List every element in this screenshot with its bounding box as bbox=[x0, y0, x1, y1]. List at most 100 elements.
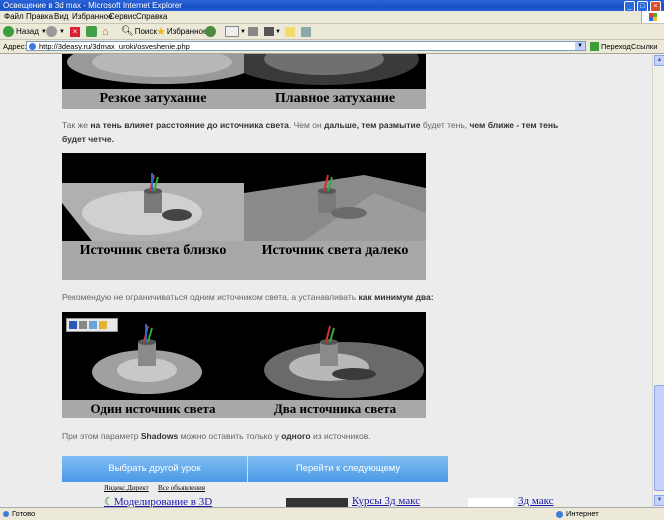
status-text: Готово bbox=[12, 509, 36, 518]
text-bold: на тень влияет расстояние до источника с… bbox=[90, 120, 289, 130]
yandex-direct-link[interactable]: Яндекс.Директ bbox=[104, 484, 149, 492]
page-icon bbox=[29, 43, 36, 50]
paragraph-shadows-param: При этом параметр Shadows можно оставить… bbox=[62, 429, 582, 443]
menu-help[interactable]: Справка bbox=[136, 11, 167, 23]
text: из источников. bbox=[310, 431, 371, 441]
paragraph-shadow-distance: Так же на тень влияет расстояние до исто… bbox=[62, 118, 582, 146]
lesson-nav: Выбрать другой урок Перейти к следующему bbox=[62, 456, 448, 482]
save-icon[interactable] bbox=[69, 321, 77, 329]
search-icon: 🔍︎ bbox=[121, 26, 134, 37]
menu-edit[interactable]: Правка bbox=[26, 11, 53, 23]
ad-link-courses[interactable]: Курсы 3д макс bbox=[352, 495, 420, 507]
stop-button[interactable]: × bbox=[70, 26, 80, 37]
page-icon bbox=[3, 511, 9, 517]
text-bold: дальше, тем размытие bbox=[324, 120, 421, 130]
choose-lesson-button[interactable]: Выбрать другой урок bbox=[62, 456, 247, 482]
scroll-thumb[interactable] bbox=[654, 385, 664, 491]
home-icon: ⌂ bbox=[102, 25, 109, 38]
chevron-down-icon: ▼ bbox=[275, 28, 281, 35]
back-label: Назад bbox=[16, 27, 39, 36]
print-button[interactable] bbox=[248, 26, 258, 37]
go-label: Переход bbox=[601, 42, 631, 51]
window-title: Освещение в 3d max - Microsoft Internet … bbox=[3, 1, 182, 10]
text: Так же bbox=[62, 120, 91, 130]
text: . Чем он bbox=[288, 120, 325, 130]
menu-file[interactable]: Файл bbox=[4, 11, 24, 23]
history-icon bbox=[205, 26, 216, 37]
mail-icon bbox=[225, 26, 239, 37]
ad-link-modeling[interactable]: ☾Моделирование в 3D bbox=[104, 495, 212, 507]
scroll-down-icon[interactable]: ▼ bbox=[654, 495, 664, 506]
text-bold: одного bbox=[281, 431, 311, 441]
menu-tools[interactable]: Сервис bbox=[109, 11, 136, 23]
image-sharp-falloff: Резкое затухание bbox=[62, 54, 244, 109]
discuss-button[interactable] bbox=[285, 26, 295, 37]
url-input[interactable]: http://3deasy.ru/3dmax_uroki/osveshenie.… bbox=[26, 41, 586, 51]
refresh-button[interactable] bbox=[86, 26, 97, 37]
messenger-icon bbox=[301, 26, 311, 37]
menu-favorites[interactable]: Избранное bbox=[72, 11, 113, 23]
all-ads-link[interactable]: Все объявления bbox=[158, 484, 205, 492]
menu-view[interactable]: Вид bbox=[54, 11, 68, 23]
vertical-scrollbar[interactable]: ▲ ▼ bbox=[652, 54, 664, 507]
star-icon: ★ bbox=[156, 26, 166, 38]
home-button[interactable]: ⌂ bbox=[102, 25, 109, 38]
address-label: Адрес: bbox=[3, 42, 27, 51]
stop-icon: × bbox=[70, 26, 80, 37]
ad-label: Моделирование в 3D bbox=[113, 496, 213, 507]
image-two-lights: Два источника света bbox=[244, 312, 426, 418]
toolbar: Назад ▼ ▼ × ⌂ 🔍︎ Поиск ★ Избранное ▼ ▼ bbox=[0, 24, 664, 40]
address-bar: Адрес: http://3deasy.ru/3dmax_uroki/osve… bbox=[0, 40, 664, 54]
ad-image[interactable] bbox=[468, 498, 514, 507]
forward-button[interactable]: ▼ bbox=[46, 26, 65, 37]
text: При этом параметр bbox=[62, 431, 141, 441]
caption-sharp-falloff: Резкое затухание bbox=[62, 89, 244, 109]
image-light-close: Источник света близко bbox=[62, 153, 244, 280]
text: Рекомендую не ограничиваться одним источ… bbox=[62, 292, 359, 302]
history-button[interactable] bbox=[205, 26, 216, 37]
caption-two-lights: Два источника света bbox=[244, 400, 426, 418]
image-smooth-falloff: Плавное затухание bbox=[244, 54, 426, 109]
mail-button[interactable]: ▼ bbox=[225, 26, 246, 37]
search-label: Поиск bbox=[134, 27, 157, 36]
folder-icon[interactable] bbox=[99, 321, 107, 329]
image-one-light: Один источник света bbox=[62, 312, 244, 418]
url-text: http://3deasy.ru/3dmax_uroki/osveshenie.… bbox=[39, 42, 190, 51]
ad-link-3dmax[interactable]: 3д макс bbox=[518, 495, 554, 507]
next-lesson-button[interactable]: Перейти к следующему bbox=[248, 456, 448, 482]
ad-icon: ☾ bbox=[104, 496, 114, 507]
ad-image[interactable] bbox=[286, 498, 348, 507]
mail-icon[interactable] bbox=[89, 321, 97, 329]
messenger-button[interactable] bbox=[301, 26, 311, 37]
print-icon[interactable] bbox=[79, 321, 87, 329]
search-button[interactable]: 🔍︎ Поиск bbox=[121, 26, 157, 37]
links-label[interactable]: Ссылки bbox=[631, 40, 657, 53]
zone-text: Интернет bbox=[566, 509, 599, 518]
chevron-down-icon: ▼ bbox=[240, 28, 246, 35]
paragraph-two-lights: Рекомендую не ограничиваться одним источ… bbox=[62, 290, 582, 304]
caption-smooth-falloff: Плавное затухание bbox=[244, 89, 426, 109]
text-bold: как минимум два: bbox=[358, 292, 434, 302]
windows-logo-icon bbox=[641, 11, 664, 23]
forward-arrow-icon bbox=[46, 26, 57, 37]
caption-one-light: Один источник света bbox=[62, 400, 244, 418]
text: будет тень, bbox=[420, 120, 470, 130]
favorites-label: Избранное bbox=[166, 27, 208, 36]
image-light-far: Источник света далеко bbox=[244, 153, 426, 280]
edit-button[interactable]: ▼ bbox=[264, 26, 281, 37]
note-icon bbox=[285, 26, 295, 37]
scroll-up-icon[interactable]: ▲ bbox=[654, 55, 664, 66]
caption-light-close: Источник света близко bbox=[62, 241, 244, 280]
caption-light-far: Источник света далеко bbox=[244, 241, 426, 280]
text: можно оставить только у bbox=[178, 431, 282, 441]
back-button[interactable]: Назад ▼ bbox=[3, 26, 47, 37]
go-button[interactable]: Переход bbox=[590, 41, 631, 52]
page-viewport: Резкое затухание Плавное затухание Так ж… bbox=[0, 54, 652, 507]
chevron-down-icon[interactable]: ▼ bbox=[575, 42, 585, 50]
edit-icon bbox=[264, 27, 274, 36]
favorites-button[interactable]: ★ Избранное bbox=[156, 26, 208, 38]
menu-bar: Файл Правка Вид Избранное Сервис Справка bbox=[0, 11, 664, 24]
print-icon bbox=[248, 27, 258, 36]
globe-icon bbox=[556, 511, 563, 518]
back-arrow-icon bbox=[3, 26, 14, 37]
